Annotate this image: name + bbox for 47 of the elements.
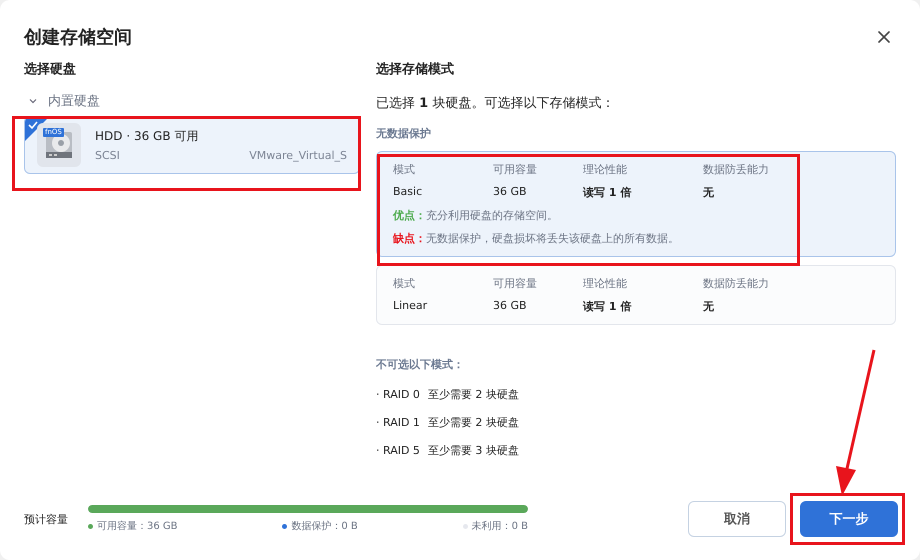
field-label: 模式: [393, 276, 416, 291]
field-label: 数据防丢能力: [703, 162, 770, 177]
raid-mode: · RAID 1: [376, 416, 420, 428]
field-label: 可用容量: [493, 162, 538, 177]
mode-card[interactable]: 模式 可用容量 理论性能 数据防丢能力 Basic 36 GB 读写 1 倍 无 优点：充分利用硬盘的存储空间。 缺点：无数据保护，硬盘损坏将丢失该硬盘上的所有数据。: [376, 151, 896, 257]
cons-text: 无数据保护，硬盘损坏将丢失该硬盘上的所有数据。: [426, 232, 679, 245]
field-label: 模式: [393, 162, 416, 177]
legend-text: 数据保护：0 B: [291, 520, 358, 533]
raid-requirement: 至少需要 2 块硬盘: [428, 386, 519, 402]
raid-mode: · RAID 5: [376, 444, 420, 456]
field-value: 36 GB: [493, 185, 528, 200]
field-value: 无: [703, 185, 715, 200]
raid-requirement: 至少需要 2 块硬盘: [428, 414, 519, 430]
field-value: 36 GB: [493, 299, 528, 314]
field-label: 理论性能: [583, 162, 628, 177]
field-value: 无: [703, 299, 715, 314]
pros-label: 优点：: [393, 209, 426, 222]
raid-mode: · RAID 0: [376, 388, 420, 400]
section-heading: 选择存储模式: [376, 61, 455, 79]
legend-text: 未利用：0 B: [472, 520, 528, 533]
group-label: 无数据保护: [376, 126, 432, 141]
disk-interface: SCSI: [95, 149, 120, 162]
field-value: Basic: [393, 185, 424, 200]
cancel-button[interactable]: 取消: [688, 501, 786, 537]
group-label: 不可选以下模式：: [376, 357, 465, 372]
next-button[interactable]: 下一步: [800, 501, 898, 537]
raid-requirement: 至少需要 3 块硬盘: [428, 442, 519, 458]
legend-text: 可用容量：36 GB: [97, 520, 178, 533]
field-label: 可用容量: [493, 276, 538, 291]
disk-model: VMware_Virtual_S: [249, 149, 347, 162]
disk-title: HDD · 36 GB 可用: [95, 128, 200, 145]
field-label: 理论性能: [583, 276, 628, 291]
dialog-title: 创建存储空间: [24, 26, 132, 49]
capacity-label: 预计容量: [24, 512, 69, 526]
cons-label: 缺点：: [393, 232, 426, 245]
close-icon: [878, 31, 890, 43]
field-value: Linear: [393, 299, 428, 314]
hard-drive-icon: [43, 130, 75, 160]
pros-text: 充分利用硬盘的存储空间。: [426, 209, 558, 222]
field-value: 读写 1 倍: [583, 299, 632, 314]
field-label: 数据防丢能力: [703, 276, 770, 291]
disk-group-toggle[interactable]: 内置硬盘: [28, 92, 360, 110]
mode-card[interactable]: 模式 可用容量 理论性能 数据防丢能力 Linear 36 GB 读写 1 倍 无: [376, 265, 896, 325]
section-heading: 选择硬盘: [24, 61, 77, 79]
chevron-icon: [28, 96, 38, 106]
field-value: 读写 1 倍: [583, 185, 632, 200]
selection-summary: 已选择 1 块硬盘。可选择以下存储模式：: [376, 95, 616, 112]
